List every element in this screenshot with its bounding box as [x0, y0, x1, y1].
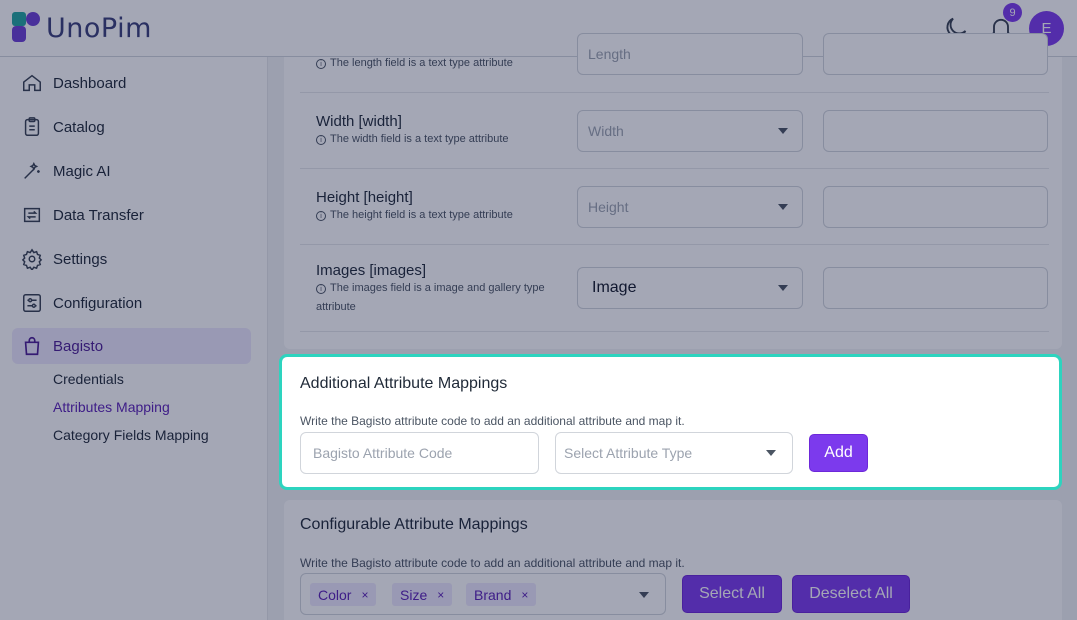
attribute-type-select[interactable]: Select Attribute Type	[555, 432, 793, 474]
additional-mapping-card: Additional Attribute Mappings Write the …	[279, 354, 1062, 490]
focus-overlay	[0, 0, 1077, 620]
section-title: Additional Attribute Mappings	[300, 375, 508, 392]
chevron-down-icon	[766, 450, 776, 456]
bagisto-attribute-code-input[interactable]	[300, 432, 539, 474]
section-description: Write the Bagisto attribute code to add …	[300, 414, 685, 428]
add-button[interactable]: Add	[809, 434, 868, 472]
